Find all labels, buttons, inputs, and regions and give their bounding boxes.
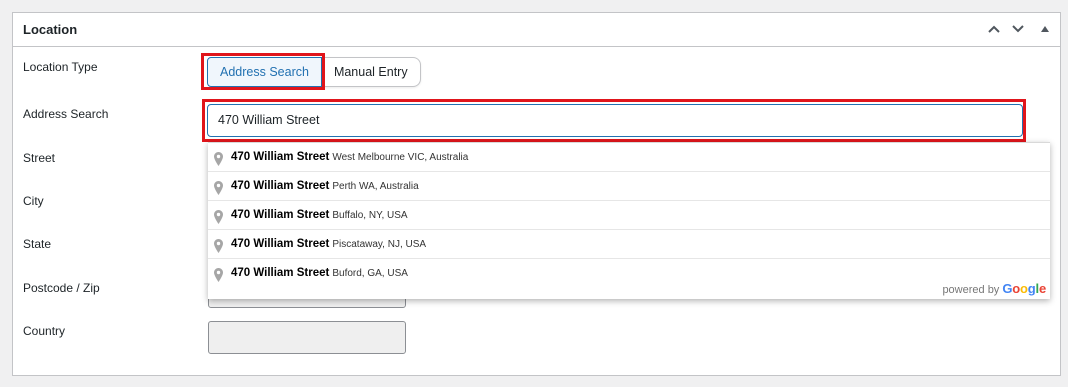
autocomplete-dropdown: 470 William Street West Melbourne VIC, Au… — [208, 142, 1050, 299]
chevron-down-icon[interactable] — [1010, 21, 1026, 37]
suggestion-main-text: 470 William Street — [231, 180, 330, 192]
suggestion-main-text: 470 William Street — [231, 267, 330, 279]
suggestion-main-text: 470 William Street — [231, 209, 330, 221]
panel-header: Location — [13, 13, 1060, 47]
suggestion-secondary-text: Buford, GA, USA — [332, 268, 408, 279]
manual-entry-toggle-button[interactable]: Manual Entry — [321, 57, 421, 87]
suggestion-secondary-text: West Melbourne VIC, Australia — [332, 152, 469, 163]
address-search-label: Address Search — [23, 107, 109, 121]
suggestion-main-text: 470 William Street — [231, 151, 330, 163]
suggestion-item[interactable]: 470 William Street Buffalo, NY, USA — [208, 201, 1050, 230]
street-label: Street — [23, 151, 56, 165]
powered-by-google: powered by Google — [942, 281, 1046, 296]
suggestion-main-text: 470 William Street — [231, 238, 330, 250]
location-type-label: Location Type — [23, 60, 98, 74]
state-label: State — [23, 237, 52, 251]
suggestion-item[interactable]: 470 William Street West Melbourne VIC, Au… — [208, 143, 1050, 172]
postcode-label: Postcode / Zip — [23, 281, 100, 295]
suggestion-item[interactable]: 470 William Street Buford, GA, USA — [208, 259, 1050, 288]
triangle-up-icon[interactable] — [1037, 21, 1053, 37]
highlight-box-address — [202, 99, 1026, 142]
google-logo: Google — [1002, 281, 1046, 296]
map-pin-icon — [214, 265, 223, 294]
country-label: Country — [23, 324, 66, 338]
location-panel: Location Location Type Address Search St… — [12, 12, 1061, 376]
city-label: City — [23, 194, 44, 208]
powered-by-text: powered by — [942, 284, 1000, 296]
suggestion-item[interactable]: 470 William Street Perth WA, Australia — [208, 172, 1050, 201]
highlight-box-toggle — [201, 53, 325, 90]
suggestion-secondary-text: Perth WA, Australia — [332, 181, 419, 192]
suggestion-secondary-text: Buffalo, NY, USA — [332, 210, 408, 221]
panel-title: Location — [23, 22, 78, 37]
suggestion-item[interactable]: 470 William Street Piscataway, NJ, USA — [208, 230, 1050, 259]
country-field[interactable] — [208, 321, 406, 354]
suggestion-secondary-text: Piscataway, NJ, USA — [332, 239, 427, 250]
chevron-up-icon[interactable] — [986, 21, 1002, 37]
